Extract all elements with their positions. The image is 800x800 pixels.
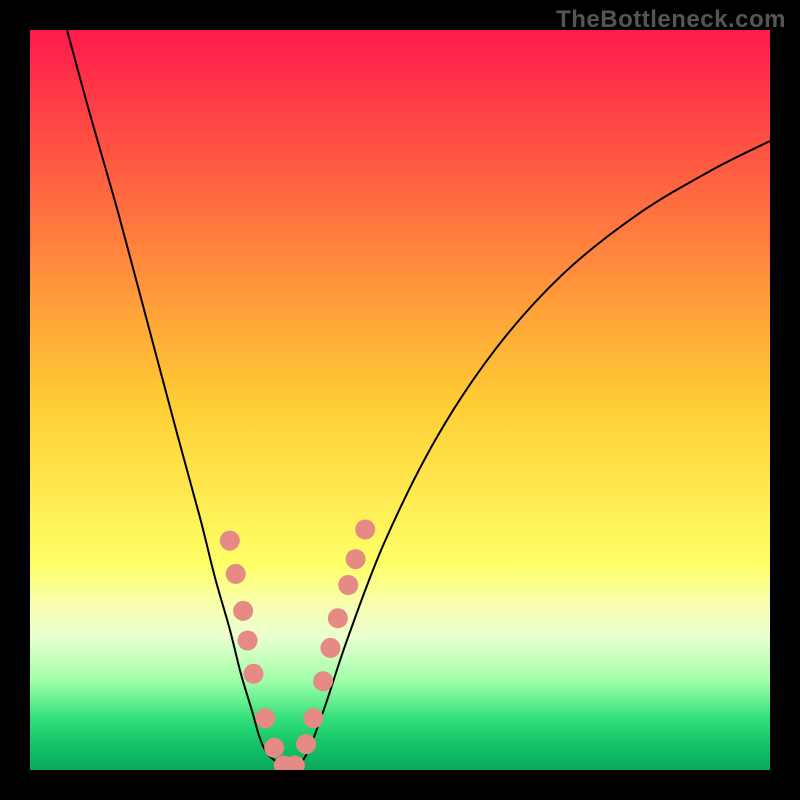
chart-frame: TheBottleneck.com xyxy=(0,0,800,800)
marker-dot xyxy=(226,564,246,584)
marker-dot xyxy=(233,601,253,621)
marker-dot xyxy=(238,631,258,651)
marker-dot xyxy=(255,708,275,728)
marker-dot xyxy=(338,575,358,595)
marker-dot xyxy=(320,638,340,658)
marker-dot xyxy=(355,520,375,540)
marker-dot xyxy=(303,708,323,728)
marker-dot xyxy=(328,608,348,628)
marker-dot xyxy=(264,738,284,758)
marker-dot xyxy=(220,531,240,551)
marker-dot xyxy=(313,671,333,691)
bottleneck-chart xyxy=(0,0,800,800)
watermark-text: TheBottleneck.com xyxy=(556,6,786,34)
marker-dot xyxy=(346,549,366,569)
gradient-background xyxy=(30,30,770,770)
marker-dot xyxy=(243,664,263,684)
marker-dot xyxy=(296,734,316,754)
